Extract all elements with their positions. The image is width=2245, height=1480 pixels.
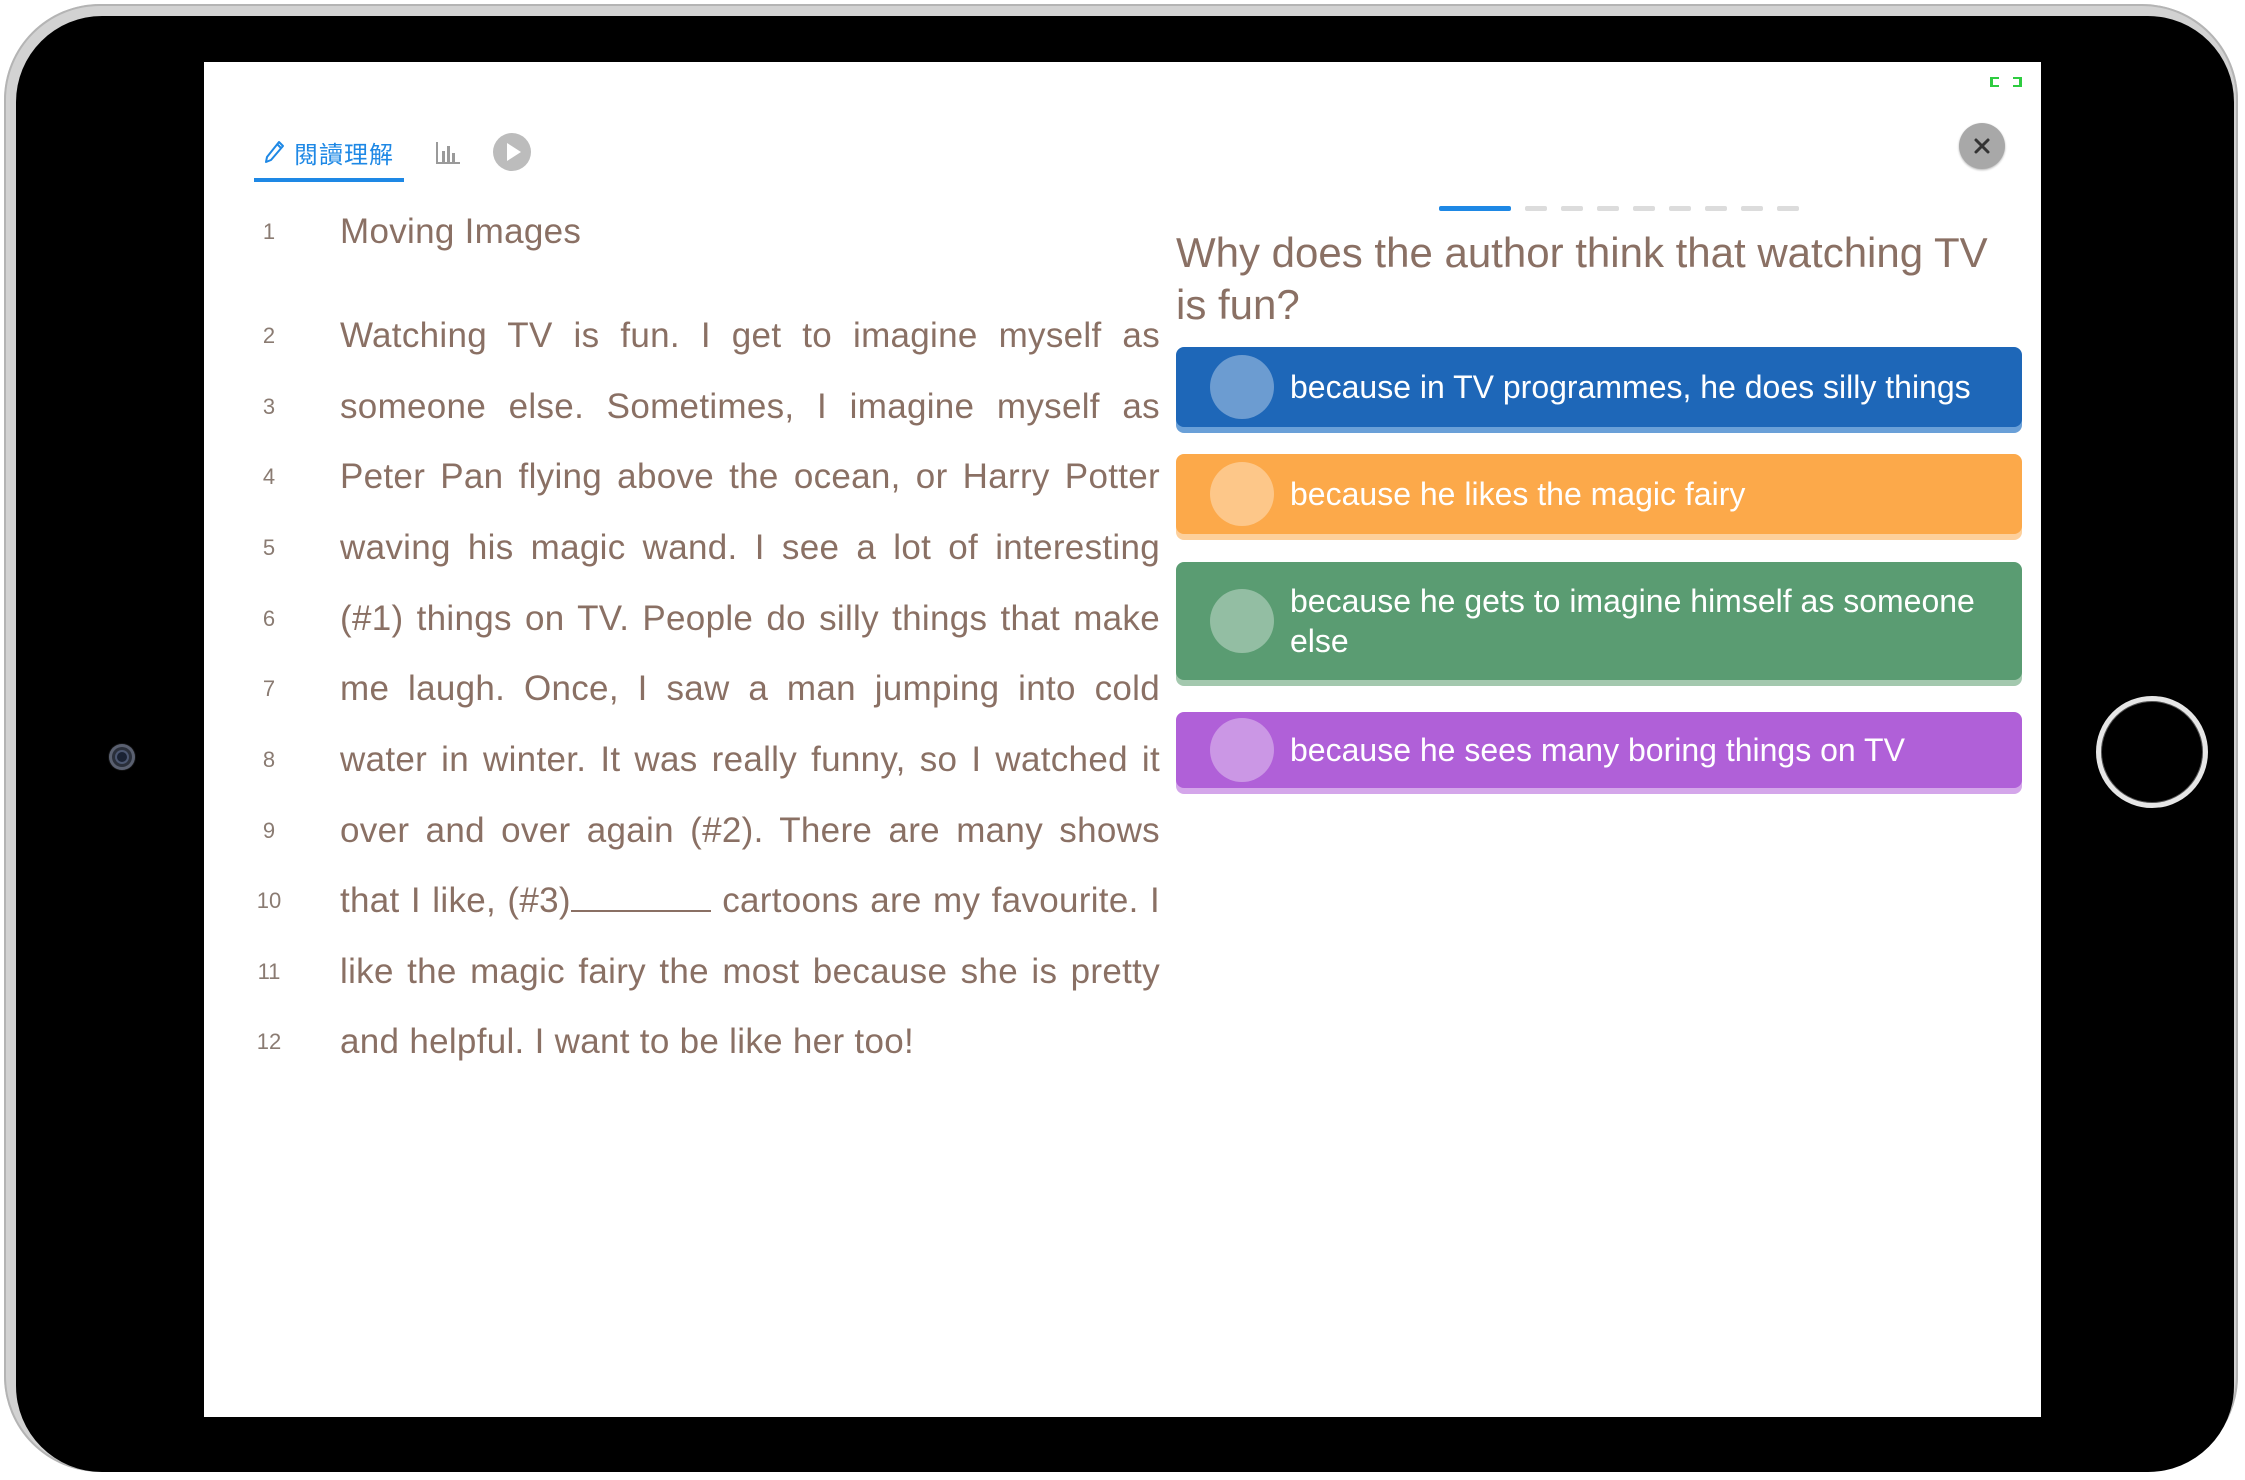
close-button[interactable] xyxy=(1959,123,2005,169)
line-number: 12 xyxy=(256,1029,282,1054)
line-text: and helpful. I want to be like her too! xyxy=(340,1022,915,1061)
line-text-after-blank: cartoons are my favourite. I xyxy=(710,881,1161,920)
progress-segment xyxy=(1741,206,1763,211)
toolbar: 閱讀理解 xyxy=(254,122,532,182)
bar-chart-icon[interactable] xyxy=(434,138,462,166)
line-number: 6 xyxy=(262,606,276,631)
line-number: 4 xyxy=(262,464,276,489)
line-text: like the magic fairy the most because sh… xyxy=(340,952,1160,991)
line-text-before-blank: that I like, (#3) xyxy=(340,881,571,920)
option-radio-circle xyxy=(1210,589,1274,653)
line-number: 3 xyxy=(262,394,276,419)
tab-reading-comprehension[interactable]: 閱讀理解 xyxy=(254,122,404,182)
line-text: Watching TV is fun. I get to imagine mys… xyxy=(340,316,1160,355)
option-radio-circle xyxy=(1210,718,1274,782)
line-number: 5 xyxy=(262,535,276,560)
passage-line: 10 that I like, (#3) cartoons are my fav… xyxy=(234,871,1234,931)
pencil-icon xyxy=(265,141,284,163)
passage-line: 12 and helpful. I want to be like her to… xyxy=(234,1012,1234,1072)
progress-segment xyxy=(1777,206,1799,211)
line-number: 7 xyxy=(262,676,276,701)
progress-segment xyxy=(1669,206,1691,211)
answer-option-a[interactable]: because in TV programmes, he does silly … xyxy=(1176,347,2022,427)
line-number: 11 xyxy=(257,959,281,984)
line-number: 8 xyxy=(262,747,276,772)
line-text: (#1) things on TV. People do silly thing… xyxy=(340,599,1160,638)
passage-title: Moving Images xyxy=(340,212,582,251)
progress-segment xyxy=(1561,206,1583,211)
line-text: over and over again (#2). There are many… xyxy=(340,811,1160,850)
option-label: because he sees many boring things on TV xyxy=(1290,732,1905,768)
option-radio-circle xyxy=(1210,355,1274,419)
option-label: because he gets to imagine himself as so… xyxy=(1290,583,1975,659)
line-number: 2 xyxy=(262,323,276,348)
line-number: 10 xyxy=(256,888,282,913)
tab-reading-label: 閱讀理解 xyxy=(294,140,394,169)
line-text: water in winter. It was really funny, so… xyxy=(340,740,1160,779)
passage-line: 9 over and over again (#2). There are ma… xyxy=(234,801,1234,861)
progress-segment xyxy=(1705,206,1727,211)
passage-line: 1 Moving Images xyxy=(234,202,1234,262)
line-text: me laugh. Once, I saw a man jumping into… xyxy=(340,669,1160,708)
answer-option-d[interactable]: because he sees many boring things on TV xyxy=(1176,712,2022,788)
passage-line: 2 Watching TV is fun. I get to imagine m… xyxy=(234,306,1234,366)
answer-option-c[interactable]: because he gets to imagine himself as so… xyxy=(1176,562,2022,680)
passage-line: 8 water in winter. It was really funny, … xyxy=(234,730,1234,790)
passage-line: 3 someone else. Sometimes, I imagine mys… xyxy=(234,377,1234,437)
answer-option-b[interactable]: because he likes the magic fairy xyxy=(1176,454,2022,534)
screen: 閱讀理解 1 Moving Images 2 Watching TV is fu… xyxy=(204,62,2041,1417)
battery-icon xyxy=(1990,77,2022,87)
option-label: because in TV programmes, he does silly … xyxy=(1290,369,1971,405)
passage-line: 6 (#1) things on TV. People do silly thi… xyxy=(234,589,1234,649)
home-button[interactable] xyxy=(2096,696,2208,808)
camera-icon xyxy=(109,744,135,770)
question-progress-indicator xyxy=(1439,206,1799,211)
progress-segment xyxy=(1633,206,1655,211)
passage-line: 4 Peter Pan flying above the ocean, or H… xyxy=(234,447,1234,507)
line-text: Peter Pan flying above the ocean, or Har… xyxy=(340,457,1160,496)
passage-line: 7 me laugh. Once, I saw a man jumping in… xyxy=(234,659,1234,719)
play-icon[interactable] xyxy=(492,132,532,172)
line-number: 1 xyxy=(262,219,276,244)
passage-line: 11 like the magic fairy the most because… xyxy=(234,942,1234,1002)
option-label: because he likes the magic fairy xyxy=(1290,476,1746,512)
line-number: 9 xyxy=(262,818,276,843)
option-radio-circle xyxy=(1210,462,1274,526)
progress-segment xyxy=(1597,206,1619,211)
progress-segment-current xyxy=(1439,206,1511,211)
question-text: Why does the author think that watching … xyxy=(1176,229,1988,328)
progress-segment xyxy=(1525,206,1547,211)
line-text: waving his magic wand. I see a lot of in… xyxy=(340,528,1160,567)
passage-line: 5 waving his magic wand. I see a lot of … xyxy=(234,518,1234,578)
line-text: someone else. Sometimes, I imagine mysel… xyxy=(340,387,1160,426)
line-text: that I like, (#3) cartoons are my favour… xyxy=(340,881,1160,921)
answer-blank xyxy=(570,884,711,912)
close-icon xyxy=(1974,138,1990,154)
